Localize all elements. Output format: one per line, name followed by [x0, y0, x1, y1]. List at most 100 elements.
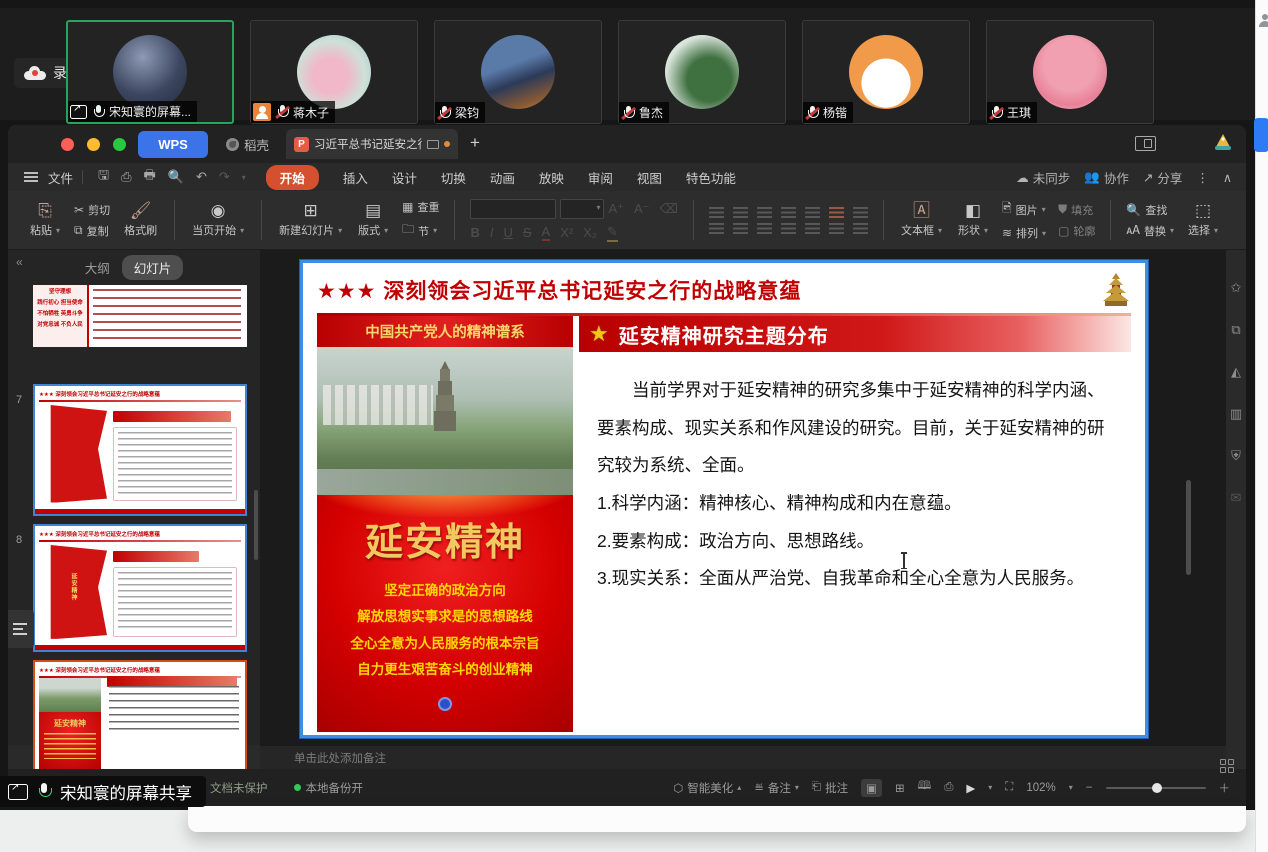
bullet-list-icon[interactable] [709, 207, 724, 218]
superscript-icon[interactable]: X² [560, 225, 573, 240]
play-slideshow-button[interactable]: ▶ [966, 781, 975, 795]
tab-wps-home[interactable]: WPS [138, 131, 208, 158]
slide-body-text[interactable]: 当前学界对于延安精神的研究多集中于延安精神的科学内涵、要素构成、现实关系和作风建… [579, 352, 1131, 598]
align-right-icon[interactable] [757, 223, 772, 234]
font-size-select[interactable] [560, 199, 604, 219]
slide-sorter-view-button[interactable]: ⊞ [895, 781, 905, 795]
print-icon[interactable]: 🖶 [144, 166, 156, 188]
slide-9-thumbnail-selected[interactable]: ★★★ 深刻领会习近平总书记延安之行的战略意蕴 延安精神 [33, 660, 247, 782]
fit-window-icon[interactable]: ⛶ [1005, 781, 1013, 794]
zoom-caret[interactable]: ▾ [1069, 783, 1073, 792]
play-current-button[interactable]: ◉ 当页开始▾ [184, 202, 252, 238]
save-icon[interactable]: 🖫 [98, 166, 109, 188]
menu-design[interactable]: 设计 [380, 168, 429, 187]
notes-button[interactable]: ≝备注▾ [754, 780, 799, 796]
cut-button[interactable]: ✂剪切 [74, 202, 110, 218]
slide-8-thumbnail[interactable]: ★★★ 深刻领会习近平总书记延安之行的战略意蕴 延安精神 [33, 524, 247, 652]
subscript-icon[interactable]: X₂ [583, 225, 597, 240]
outline-button[interactable]: ▢轮廓 [1058, 223, 1095, 239]
output-icon[interactable]: ⎙ [121, 169, 131, 185]
paste-button[interactable]: ⎘ 粘贴▾ [22, 202, 68, 238]
sync-status[interactable]: ☁未同步 [1016, 168, 1070, 187]
highlight-icon[interactable]: ✎ [607, 224, 618, 242]
docer-wizard-icon[interactable] [1213, 133, 1233, 153]
menu-transition[interactable]: 切换 [429, 168, 478, 187]
underline-icon[interactable]: U [503, 225, 512, 240]
current-slide[interactable]: ★★★ 深刻领会习近平总书记延安之行的战略意蕴 中国共产党人的精神谱系 [300, 260, 1148, 738]
redo-icon[interactable]: ↷ [219, 169, 230, 185]
justify-icon[interactable] [781, 223, 796, 234]
zoom-percent[interactable]: 102% [1026, 782, 1055, 794]
slide-7-thumbnail[interactable]: ★★★ 深刻领会习近平总书记延安之行的战略意蕴 [33, 384, 247, 516]
section-button[interactable]: 🗀节▾ [402, 220, 439, 241]
text-direction-icon[interactable] [853, 207, 868, 218]
fill-button[interactable]: ⛊填充 [1058, 202, 1095, 218]
find-button[interactable]: 🔍查找 [1126, 202, 1174, 218]
columns-icon[interactable] [829, 223, 844, 234]
mail-icon[interactable]: ✉ [1231, 490, 1242, 506]
char-spacing-icon[interactable] [805, 207, 820, 218]
zoom-slider[interactable] [1106, 787, 1206, 789]
font-name-select[interactable] [470, 199, 556, 219]
menu-review[interactable]: 审阅 [576, 168, 625, 187]
menu-insert[interactable]: 插入 [331, 168, 380, 187]
sidebar-scrollbar[interactable] [254, 490, 258, 560]
shapes-button[interactable]: ◧ 形状▾ [950, 202, 996, 238]
chart-panel-icon[interactable]: ▥ [1230, 406, 1242, 422]
download-shield-icon[interactable]: ⛨ [1231, 448, 1241, 464]
smart-typeset-icon[interactable] [853, 223, 868, 234]
switch-window-icon[interactable]: ⧉ [1231, 322, 1240, 338]
select-button[interactable]: ⬚ 选择▾ [1180, 202, 1226, 238]
strikethrough-icon[interactable]: S [523, 225, 532, 240]
align-center-icon[interactable] [733, 223, 748, 234]
format-painter-button[interactable]: 🖌 格式刷 [116, 202, 165, 238]
backup-status[interactable]: 本地备份开 [294, 780, 364, 796]
line-spacing-icon[interactable] [829, 207, 844, 218]
increase-indent-icon[interactable] [781, 207, 796, 218]
undo-icon[interactable]: ↶ [196, 169, 207, 185]
more-quick-icon[interactable]: ▾ [242, 173, 246, 182]
menu-file[interactable]: 文件 [48, 168, 73, 187]
menu-start-active[interactable]: 开始 [266, 165, 319, 190]
grid-apps-icon[interactable] [1220, 759, 1236, 775]
video-tile-yang[interactable]: 杨锴 [802, 20, 970, 124]
collapse-ribbon-icon[interactable]: ∧ [1223, 170, 1232, 185]
comments-button[interactable]: ⎗批注 [812, 780, 848, 796]
tab-slides-active[interactable]: 幻灯片 [122, 255, 184, 280]
font-color-icon[interactable]: A [542, 224, 551, 241]
tab-docer[interactable]: 稻壳 [216, 131, 279, 158]
video-tile-liang[interactable]: 梁钧 [434, 20, 602, 124]
zoom-button[interactable] [113, 138, 126, 151]
zoom-in-button[interactable]: ＋ [1219, 780, 1231, 796]
tab-document[interactable]: P 习近平总书记延安之行讲话导读 [286, 129, 458, 159]
slide-6-thumbnail[interactable]: 坚守理想 践行初心 担当使命 不怕牺牲 英勇斗争 对党忠诚 不负人民 [33, 285, 247, 347]
canvas-scrollbar[interactable] [1186, 480, 1191, 575]
more-menu-icon[interactable]: ⋮ [1196, 170, 1209, 185]
new-tab-button[interactable]: + [470, 133, 480, 153]
screen-share-banner[interactable]: 宋知寰的屏幕共享 [0, 776, 206, 807]
replace-button[interactable]: 🗚替换▾ [1126, 223, 1174, 239]
new-slide-button[interactable]: ⊞ 新建幻灯片▾ [271, 202, 350, 238]
picture-button[interactable]: 🖻图片▾ [1002, 199, 1046, 220]
italic-icon[interactable]: I [490, 225, 494, 240]
hamburger-menu-icon[interactable] [24, 172, 38, 182]
send-to-device-icon[interactable]: ◭ [1231, 364, 1241, 380]
preview-icon[interactable]: 🔍 [168, 169, 184, 185]
check-duplicate-button[interactable]: ▦查重 [402, 199, 439, 215]
split-view-icon[interactable] [1135, 136, 1156, 151]
minimize-button[interactable] [87, 138, 100, 151]
bold-icon[interactable]: B [470, 225, 479, 240]
share-button[interactable]: ↗分享 [1143, 168, 1183, 187]
menu-animation[interactable]: 动画 [478, 168, 527, 187]
number-list-icon[interactable] [733, 207, 748, 218]
arrange-button[interactable]: ≋排列▾ [1002, 225, 1046, 241]
zoom-out-button[interactable]: − [1086, 782, 1093, 794]
text-box-button[interactable]: 🄰 文本框▾ [893, 202, 950, 238]
layout-button[interactable]: ▤ 版式▾ [350, 202, 396, 238]
annotation-toolbar[interactable] [8, 610, 34, 648]
decrease-indent-icon[interactable] [757, 207, 772, 218]
collab-button[interactable]: 👥协作 [1084, 168, 1129, 187]
video-tile-jiang[interactable]: 蒋木子 [250, 20, 418, 124]
video-tile-song[interactable]: 宋知寰的屏幕... [66, 20, 234, 124]
smart-beautify-button[interactable]: ⬡智能美化▴ [673, 780, 741, 796]
